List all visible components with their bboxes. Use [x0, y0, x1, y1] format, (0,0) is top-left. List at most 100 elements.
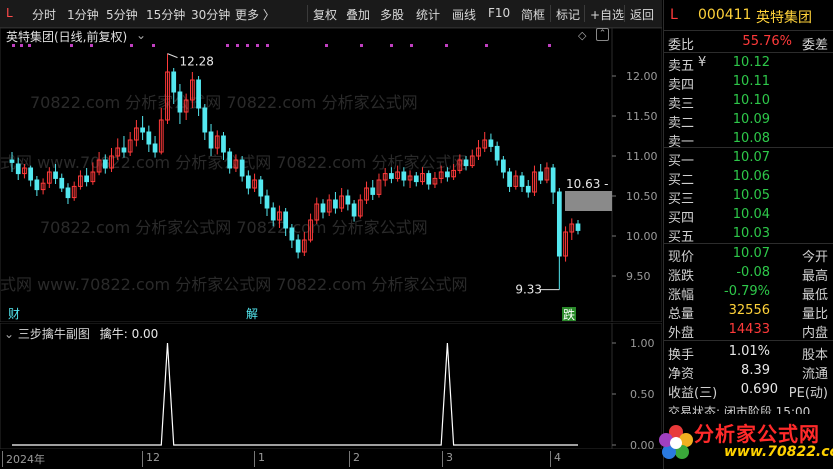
- candle-body: [351, 203, 357, 217]
- candle-body: [196, 79, 201, 109]
- toolbar-item-13[interactable]: 标记: [556, 6, 580, 23]
- candle-body: [258, 179, 264, 197]
- diamond-icon[interactable]: ◇: [578, 29, 586, 42]
- toolbar-item-9[interactable]: 统计: [416, 6, 440, 23]
- sub-chart-header: ⌄ 三步擒牛副图 擒牛: 0.00: [4, 325, 158, 342]
- stat-2: 涨幅 -0.79% 最低: [664, 283, 833, 303]
- stat-2-label: 涨幅: [668, 288, 695, 303]
- weibi-row: 委比 55.76% 委差: [664, 33, 833, 53]
- currency-flag: ¥: [698, 55, 707, 70]
- candle-body: [488, 139, 494, 147]
- current-price-box: [565, 191, 612, 211]
- bid-1-label: 买一: [668, 154, 695, 169]
- candle-body: [53, 171, 58, 179]
- current-price-label: 10.63 -: [566, 177, 609, 191]
- bid-5: 买五 10.03: [664, 225, 833, 245]
- toolbar-item-1[interactable]: 1分钟: [67, 6, 99, 23]
- marker-die: 跌: [563, 307, 575, 322]
- stock-code-menu-icon[interactable]: L: [6, 6, 13, 20]
- low-price-label: 9.33: [515, 283, 542, 297]
- ask-5: 卖五 10.12 ¥: [664, 54, 833, 74]
- stat2-0-right-label: 股本: [801, 348, 828, 363]
- stat2-2-value: 0.690: [740, 382, 778, 397]
- candle-body: [177, 91, 183, 113]
- toolbar-item-8[interactable]: 多股: [380, 6, 404, 23]
- candle-body: [239, 159, 245, 177]
- x-axis-label: 2: [349, 451, 360, 467]
- stat2-1: 净资 8.39 流通: [664, 362, 833, 382]
- candle-body: [370, 187, 376, 195]
- bid-5-value: 10.03: [732, 226, 770, 241]
- candle-body: [295, 239, 301, 253]
- signal-dot: [485, 44, 488, 47]
- flower-logo-icon: [659, 425, 693, 459]
- toolbar-item-5[interactable]: 更多 〉: [235, 6, 275, 23]
- stat-4: 外盘 14433 内盘: [664, 321, 833, 341]
- toolbar-item-11[interactable]: F10: [488, 6, 510, 20]
- bid-2-label: 买二: [668, 173, 695, 188]
- candle-body: [65, 187, 71, 199]
- top-toolbar: L 分时 1分钟 5分钟 15分钟 30分钟 更多 〉 复权 叠加 多股 统计 画线 F10 简框 标记 +…: [0, 0, 662, 28]
- candle-body: [556, 191, 562, 257]
- candle-body: [494, 145, 500, 161]
- stat2-1-right-label: 流通: [801, 367, 828, 382]
- quote-panel: L 000411 英特集团 委比 55.76% 委差 卖五 10.12 ¥ 卖四 10.…: [659, 0, 833, 469]
- candle-body: [401, 171, 407, 181]
- stock-code: 000411: [698, 7, 752, 23]
- y-tick-label: 11.50: [626, 110, 658, 123]
- sub-y-tick-label: 0.50: [630, 388, 655, 401]
- chevron-down-icon[interactable]: ⌄: [136, 28, 146, 42]
- stat-3-label: 总量: [668, 307, 695, 322]
- toolbar-item-10[interactable]: 画线: [452, 6, 476, 23]
- stat-4-right-label: 内盘: [801, 326, 828, 341]
- kline-chart[interactable]: 70822.com 分析家公式网 70822.com 分析家公式网式网 www.…: [0, 28, 662, 322]
- x-axis-label: 1: [254, 451, 265, 467]
- toolbar-item-2[interactable]: 5分钟: [106, 6, 138, 23]
- stat-0-value: 10.07: [732, 246, 770, 261]
- toolbar-item-12[interactable]: 简框: [521, 6, 545, 23]
- candle-body: [519, 175, 525, 187]
- candle-body: [345, 195, 351, 205]
- candle-body: [146, 131, 152, 145]
- chart-title: 英特集团(日线,前复权): [6, 30, 128, 44]
- stat-0: 现价 10.07 今开: [664, 245, 833, 265]
- ask-3-label: 卖三: [668, 97, 695, 112]
- candle-body: [550, 167, 556, 193]
- candle-body: [245, 175, 251, 189]
- stat-0-label: 现价: [668, 250, 695, 265]
- candle-body: [59, 177, 65, 189]
- collapse-icon[interactable]: ⌃: [596, 28, 609, 41]
- x-axis-label: 12: [142, 451, 160, 467]
- stat-1-right-label: 最高: [801, 269, 828, 284]
- ask-2-label: 卖二: [668, 116, 695, 131]
- x-axis-label: 2024年: [2, 451, 45, 467]
- sub-indicator-value: 擒牛: 0.00: [99, 327, 159, 341]
- y-tick-label: 10.50: [626, 190, 658, 203]
- stat2-2-label: 收益(三): [668, 386, 718, 401]
- stat-1-value: -0.08: [736, 265, 770, 280]
- toolbar-item-14[interactable]: +自选: [590, 6, 624, 23]
- candle-body: [389, 173, 394, 179]
- ask-1-value: 10.08: [732, 131, 770, 146]
- candle-body: [445, 171, 450, 178]
- chevron-down-icon[interactable]: ⌄: [4, 327, 14, 341]
- candle-body: [525, 185, 531, 193]
- ask-2-value: 10.09: [732, 112, 770, 127]
- weicha-label: 委差: [801, 38, 828, 53]
- bid-3: 买三 10.05: [664, 187, 833, 207]
- candle-body: [15, 163, 21, 175]
- watermark-text: 70822.com 分析家公式网 70822.com 分析家公式网: [40, 218, 428, 237]
- candle-body: [538, 171, 544, 181]
- marker-cai: 财: [8, 307, 20, 321]
- toolbar-separator: [307, 5, 308, 22]
- candle-body: [227, 151, 233, 169]
- y-tick-label: 11.00: [626, 150, 658, 163]
- toolbar-item-3[interactable]: 15分钟: [146, 6, 185, 23]
- toolbar-item-7[interactable]: 叠加: [346, 6, 370, 23]
- toolbar-item-6[interactable]: 复权: [313, 6, 337, 23]
- toolbar-item-4[interactable]: 30分钟: [191, 6, 230, 23]
- toolbar-item-0[interactable]: 分时: [32, 6, 56, 23]
- bid-1: 买一 10.07: [664, 149, 833, 169]
- high-price-label: 12.28: [179, 55, 213, 69]
- toolbar-item-15[interactable]: 返回: [630, 6, 654, 23]
